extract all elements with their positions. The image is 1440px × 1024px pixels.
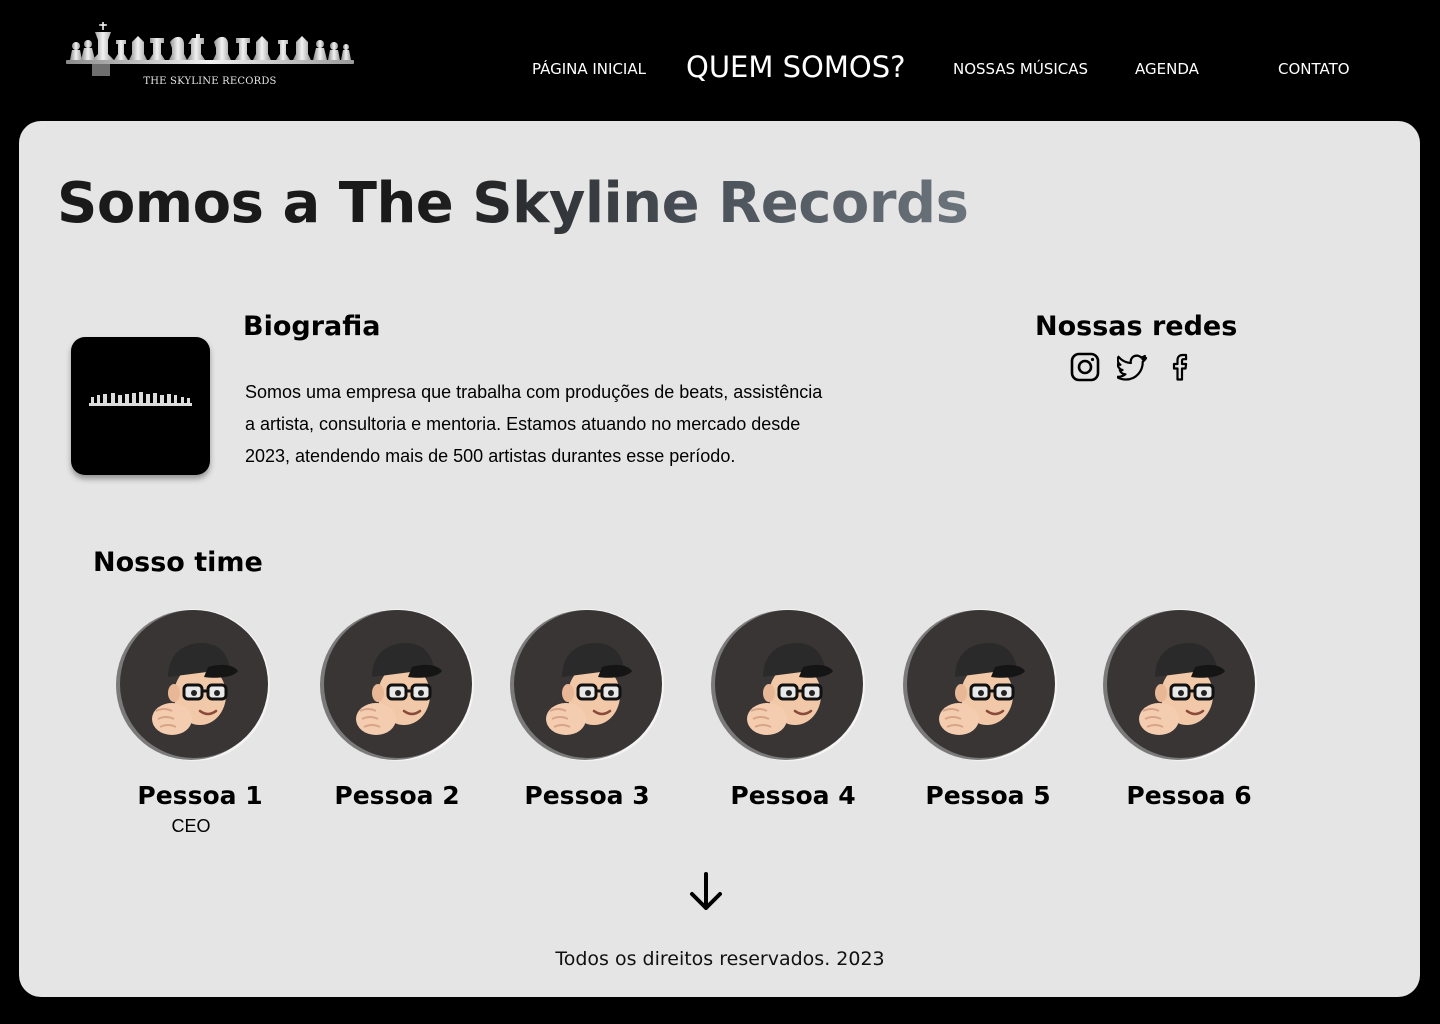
member-name: Pessoa 2 <box>334 781 460 810</box>
page-title: Somos a The Skyline Records <box>57 171 969 236</box>
team-member[interactable] <box>711 607 871 767</box>
arrow-down-icon[interactable] <box>686 870 726 914</box>
instagram-icon[interactable] <box>1069 351 1101 383</box>
team-member[interactable] <box>116 607 276 767</box>
member-name: Pessoa 4 <box>730 781 856 810</box>
team-title: Nosso time <box>93 547 263 578</box>
member-name: Pessoa 6 <box>1126 781 1252 810</box>
team-member[interactable] <box>510 607 670 767</box>
member-name: Pessoa 5 <box>925 781 1051 810</box>
member-name: Pessoa 1 <box>137 781 263 810</box>
avatar <box>320 609 474 761</box>
bio-text: Somos uma empresa que trabalha com produ… <box>245 382 823 466</box>
chess-pieces-logo-icon <box>66 22 354 76</box>
avatar <box>116 609 270 761</box>
avatar <box>1103 609 1257 761</box>
social-title: Nossas redes <box>1035 311 1238 342</box>
team-member[interactable] <box>320 607 480 767</box>
member-role: CEO <box>171 816 211 836</box>
logo-text: THE SKYLINE RECORDS <box>143 76 277 87</box>
bio-logo <box>71 337 210 475</box>
footer-text: Todos os direitos reservados. 2023 <box>555 948 885 970</box>
member-name: Pessoa 3 <box>524 781 650 810</box>
nav-contact[interactable]: CONTATO <box>1278 60 1350 78</box>
avatar <box>711 609 865 761</box>
avatar <box>903 609 1057 761</box>
avatar <box>510 609 664 761</box>
nav-home[interactable]: PÁGINA INICIAL <box>532 60 646 78</box>
bio-title: Biografia <box>243 311 381 342</box>
site-header: THE SKYLINE RECORDS PÁGINA INICIAL QUEM … <box>0 0 1440 121</box>
team-member[interactable] <box>1103 607 1263 767</box>
nav-about[interactable]: QUEM SOMOS? <box>686 50 906 84</box>
nav-music[interactable]: NOSSAS MÚSICAS <box>953 60 1088 78</box>
nav-schedule[interactable]: AGENDA <box>1135 60 1199 78</box>
twitter-icon[interactable] <box>1117 351 1149 383</box>
team-member[interactable] <box>903 607 1063 767</box>
facebook-icon[interactable] <box>1166 351 1198 383</box>
chess-pieces-logo-icon <box>89 392 192 406</box>
logo[interactable]: THE SKYLINE RECORDS <box>66 20 354 92</box>
